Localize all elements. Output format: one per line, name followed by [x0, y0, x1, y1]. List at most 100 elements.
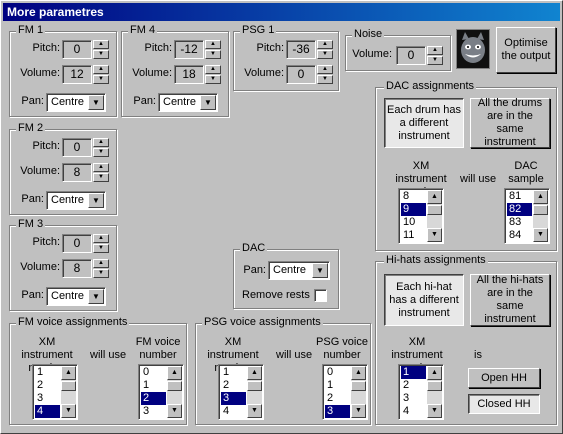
- fm-voice-list[interactable]: 0 1 2 3 ▲ ▼: [138, 364, 184, 420]
- fm3-pitch-spinner[interactable]: 0 ▲ ▼: [62, 234, 110, 253]
- scroll-up-icon[interactable]: ▲: [427, 366, 442, 380]
- list-item[interactable]: 11: [401, 229, 426, 242]
- spin-up-icon[interactable]: ▲: [93, 234, 109, 243]
- spin-up-icon[interactable]: ▲: [93, 163, 109, 172]
- list-item[interactable]: 3: [325, 405, 350, 418]
- fm4-pitch-value[interactable]: -12: [174, 40, 204, 59]
- chevron-down-icon[interactable]: ▼: [88, 289, 104, 304]
- noise-volume-value[interactable]: 0: [396, 46, 426, 65]
- scroll-down-icon[interactable]: ▼: [427, 404, 442, 418]
- psg1-pitch-value[interactable]: -36: [286, 40, 316, 59]
- scroll-down-icon[interactable]: ▼: [427, 228, 442, 242]
- list-item[interactable]: 3: [401, 392, 426, 405]
- scroll-thumb[interactable]: [533, 205, 548, 215]
- each-drum-different-button[interactable]: Each drum has a different instrument: [384, 98, 464, 148]
- fm2-pitch-value[interactable]: 0: [62, 138, 92, 157]
- spin-down-icon[interactable]: ▼: [317, 50, 333, 59]
- psg-voice-list[interactable]: 0 1 2 3 ▲ ▼: [322, 364, 368, 420]
- list-item[interactable]: 84: [507, 229, 532, 242]
- list-item[interactable]: 2: [401, 379, 426, 392]
- spin-up-icon[interactable]: ▲: [93, 138, 109, 147]
- dac-pan-select[interactable]: Centre ▼: [268, 261, 330, 280]
- scroll-up-icon[interactable]: ▲: [167, 366, 182, 380]
- list-item[interactable]: 4: [401, 405, 426, 418]
- optimise-output-button[interactable]: Optimise the output: [496, 27, 556, 73]
- scrollbar[interactable]: ▲ ▼: [351, 366, 366, 418]
- scroll-up-icon[interactable]: ▲: [61, 366, 76, 380]
- all-hihats-same-button[interactable]: All the hi-hats are in the same instrume…: [470, 274, 550, 326]
- spin-down-icon[interactable]: ▼: [93, 244, 109, 253]
- spin-down-icon[interactable]: ▼: [93, 75, 109, 84]
- spin-down-icon[interactable]: ▼: [427, 56, 443, 65]
- dac-sample-list[interactable]: 81 82 83 84 ▲ ▼: [504, 188, 550, 244]
- list-item[interactable]: 4: [221, 405, 246, 418]
- fm3-volume-spinner[interactable]: 8 ▲ ▼: [62, 259, 110, 278]
- list-item[interactable]: 1: [401, 366, 426, 379]
- fm2-volume-value[interactable]: 8: [62, 163, 92, 182]
- list-item[interactable]: 8: [401, 190, 426, 203]
- scroll-thumb[interactable]: [167, 381, 182, 391]
- fm4-pitch-spinner[interactable]: -12 ▲ ▼: [174, 40, 222, 59]
- fm3-volume-value[interactable]: 8: [62, 259, 92, 278]
- list-item[interactable]: 0: [141, 366, 166, 379]
- scroll-up-icon[interactable]: ▲: [533, 190, 548, 204]
- scrollbar[interactable]: ▲ ▼: [427, 190, 442, 242]
- noise-volume-spinner[interactable]: 0 ▲ ▼: [396, 46, 444, 65]
- list-item[interactable]: 1: [325, 379, 350, 392]
- spin-up-icon[interactable]: ▲: [93, 65, 109, 74]
- fm2-volume-spinner[interactable]: 8 ▲ ▼: [62, 163, 110, 182]
- each-hihat-different-button[interactable]: Each hi-hat has a different instrument: [384, 274, 464, 326]
- fm4-pan-select[interactable]: Centre ▼: [158, 93, 218, 112]
- open-hh-button[interactable]: Open HH: [468, 368, 540, 388]
- hihat-xm-list[interactable]: 1 2 3 4 ▲ ▼: [398, 364, 444, 420]
- fm1-pitch-value[interactable]: 0: [62, 40, 92, 59]
- scroll-down-icon[interactable]: ▼: [351, 404, 366, 418]
- list-item[interactable]: 1: [141, 379, 166, 392]
- spin-up-icon[interactable]: ▲: [93, 259, 109, 268]
- scrollbar[interactable]: ▲ ▼: [533, 190, 548, 242]
- scroll-thumb[interactable]: [427, 381, 442, 391]
- fm2-pitch-spinner[interactable]: 0 ▲ ▼: [62, 138, 110, 157]
- scroll-down-icon[interactable]: ▼: [533, 228, 548, 242]
- psg-xm-list[interactable]: 1 2 3 4 ▲ ▼: [218, 364, 264, 420]
- spin-down-icon[interactable]: ▼: [317, 75, 333, 84]
- spin-down-icon[interactable]: ▼: [205, 75, 221, 84]
- scrollbar[interactable]: ▲ ▼: [247, 366, 262, 418]
- list-item[interactable]: 82: [507, 203, 532, 216]
- spin-up-icon[interactable]: ▲: [317, 65, 333, 74]
- spin-down-icon[interactable]: ▼: [93, 148, 109, 157]
- fm1-pan-select[interactable]: Centre ▼: [46, 93, 106, 112]
- fm-xm-list[interactable]: 1 2 3 4 ▲ ▼: [32, 364, 78, 420]
- psg1-pitch-spinner[interactable]: -36 ▲ ▼: [286, 40, 334, 59]
- chevron-down-icon[interactable]: ▼: [88, 193, 104, 208]
- dac-xm-list[interactable]: 8 9 10 11 ▲ ▼: [398, 188, 444, 244]
- spin-down-icon[interactable]: ▼: [93, 269, 109, 278]
- list-item[interactable]: 2: [325, 392, 350, 405]
- psg1-volume-spinner[interactable]: 0 ▲ ▼: [286, 65, 334, 84]
- fm4-volume-spinner[interactable]: 18 ▲ ▼: [174, 65, 222, 84]
- scroll-down-icon[interactable]: ▼: [61, 404, 76, 418]
- fm3-pan-select[interactable]: Centre ▼: [46, 287, 106, 306]
- chevron-down-icon[interactable]: ▼: [312, 263, 328, 278]
- list-item[interactable]: 10: [401, 216, 426, 229]
- list-item[interactable]: 2: [35, 379, 60, 392]
- scroll-up-icon[interactable]: ▲: [351, 366, 366, 380]
- spin-up-icon[interactable]: ▲: [427, 46, 443, 55]
- list-item[interactable]: 0: [325, 366, 350, 379]
- list-item[interactable]: 3: [141, 405, 166, 418]
- spin-up-icon[interactable]: ▲: [317, 40, 333, 49]
- closed-hh-button[interactable]: Closed HH: [468, 394, 540, 414]
- list-item[interactable]: 9: [401, 203, 426, 216]
- scrollbar[interactable]: ▲ ▼: [61, 366, 76, 418]
- list-item[interactable]: 81: [507, 190, 532, 203]
- scrollbar[interactable]: ▲ ▼: [427, 366, 442, 418]
- scroll-thumb[interactable]: [247, 381, 262, 391]
- remove-rests-checkbox[interactable]: [314, 289, 327, 302]
- list-item[interactable]: 3: [35, 392, 60, 405]
- chevron-down-icon[interactable]: ▼: [88, 95, 104, 110]
- list-item[interactable]: 2: [141, 392, 166, 405]
- fm3-pitch-value[interactable]: 0: [62, 234, 92, 253]
- spin-up-icon[interactable]: ▲: [93, 40, 109, 49]
- fm1-pitch-spinner[interactable]: 0 ▲ ▼: [62, 40, 110, 59]
- spin-up-icon[interactable]: ▲: [205, 65, 221, 74]
